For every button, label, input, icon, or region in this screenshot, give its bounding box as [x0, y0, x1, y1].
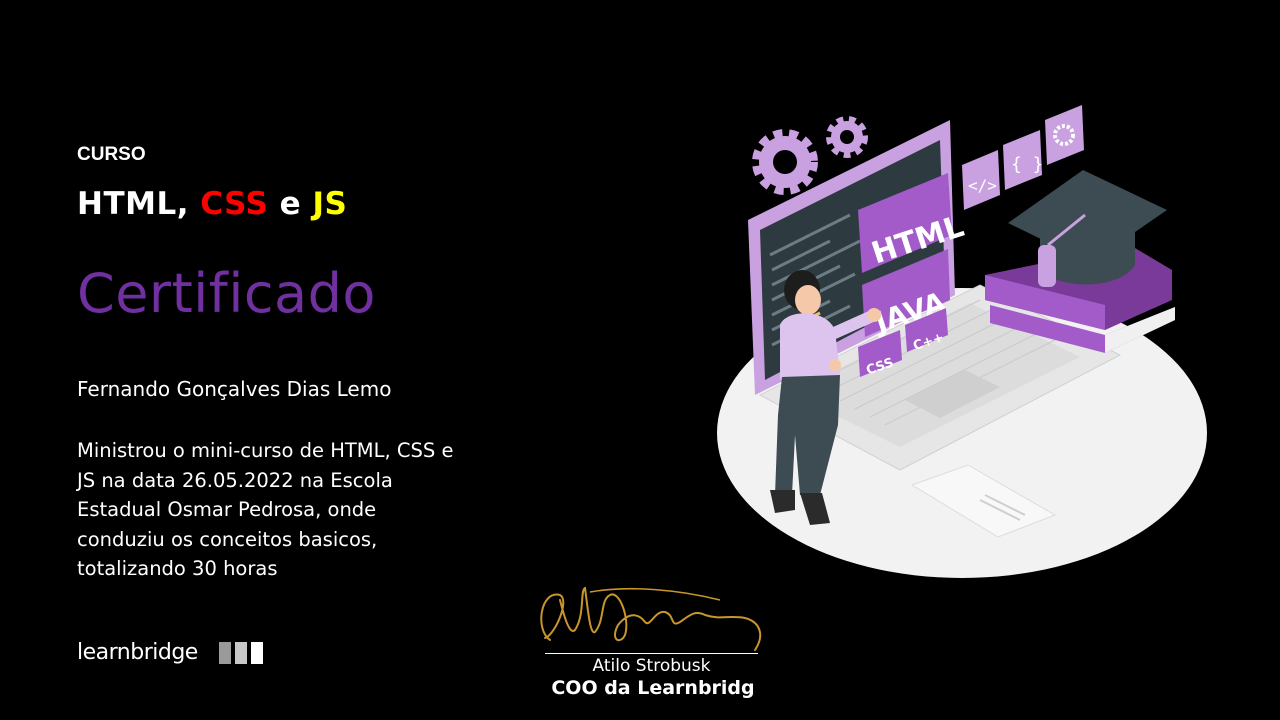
- course-title-css: CSS: [200, 186, 269, 222]
- svg-text:{ }: { }: [1011, 154, 1044, 175]
- brand-logo-bars: [219, 642, 263, 664]
- course-label: CURSO: [77, 144, 146, 165]
- coding-illustration: HTML JAVA CSS C++ </> { }: [717, 105, 1207, 578]
- course-title-and: e: [268, 186, 313, 222]
- course-title: HTML, CSS e JS: [77, 186, 347, 222]
- signer-name: Atilo Strobusk: [592, 656, 711, 676]
- certificate-description: Ministrou o mini-curso de HTML, CSS e JS…: [77, 439, 454, 580]
- course-title-html: HTML,: [77, 186, 201, 222]
- signer-role: COO da Learnbridg: [551, 677, 755, 699]
- braces-icon: { }: [1003, 130, 1044, 190]
- certificate-title: Certificado: [77, 262, 376, 325]
- recipient-name: Fernando Gonçalves Dias Lemo: [77, 377, 392, 401]
- code-icon: </>: [962, 150, 1000, 210]
- signature-image: [540, 586, 762, 651]
- signature-line: [545, 653, 758, 654]
- course-title-js: JS: [312, 186, 348, 222]
- settings-icon: [1045, 105, 1084, 165]
- svg-text:</>: </>: [968, 176, 997, 195]
- brand-name: learnbridge: [77, 640, 198, 665]
